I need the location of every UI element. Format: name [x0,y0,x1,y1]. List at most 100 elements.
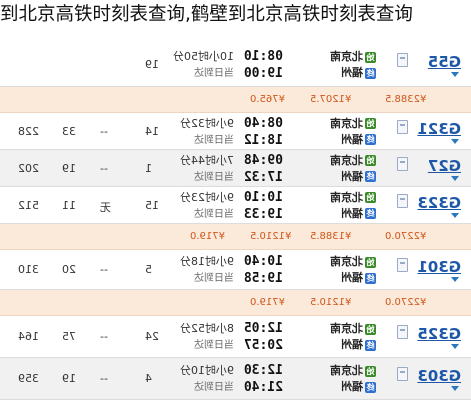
end-station-badge: 终 [365,272,376,284]
seat-count: 4 [145,372,152,385]
time-pair: 12:05 20:57 [244,320,283,354]
seat-count: -- [100,161,108,175]
seat-count: -- [100,330,108,343]
duration-value: 9小时10分 [180,364,234,377]
duration-note: 当日到达 [194,273,234,284]
chevron-down-icon[interactable] [451,386,459,391]
chevron-down-icon[interactable] [451,175,459,181]
train-number-link[interactable]: G27 [428,157,461,175]
start-station-badge: 始 [365,155,376,166]
duration: 8小时52分当日到达 [180,320,234,354]
from-station: 始北京南 [330,153,376,169]
table-row: G55 始北京南 终福州 08:10 19:00 10小时50分 当日到达 19 [0,43,471,87]
seat-count: 310 [18,263,39,276]
station-pair: 始北京南 终福州 [330,153,376,185]
from-station-name: 北京南 [330,364,363,377]
from-station: 始北京南 [330,254,376,270]
duration-value: 10小时50分 [173,50,234,63]
arrive-time: 19:33 [243,206,283,222]
duration-value: 7小时44分 [180,153,234,167]
time-pair: 10:10 19:33 [244,189,283,223]
seat-count: 19 [145,58,159,71]
seat-count: 24 [145,330,159,343]
duration: 9小时10分 当日到达 [180,362,234,396]
to-station-name: 福州 [341,66,363,79]
station-pair: 始北京南 终福州 [330,321,376,353]
table-row: G323 始北京南 终福州 10:10 19:33 9小时23分 当日到达 15 无 11 512 [0,187,471,224]
arrive-time: 20:57 [243,338,283,353]
station-pair: 始北京南 终福州 [330,190,376,222]
to-station: 终福州 [330,379,376,395]
from-station: 始北京南 [330,321,376,337]
arrive-time: 18:12 [243,132,283,148]
to-station: 终福州 [330,270,376,286]
chevron-down-icon[interactable] [451,344,459,349]
duration-value: 9小时23分 [180,190,234,204]
duration-note: 当日到达 [194,340,234,351]
duration-value: 8小时52分 [180,322,234,335]
from-station: 始北京南 [330,363,376,379]
duration: 10小时50分 当日到达 [173,48,234,82]
seat-count: 无 [100,200,111,214]
to-station-name: 福州 [341,132,363,146]
ticket-icon [397,325,408,339]
from-station: 始北京南 [330,116,376,132]
page-title: 到北京高铁时刻表查询,鹤壁到北京高铁时刻表查询 [0,4,413,25]
seat-count: 20 [62,263,76,276]
ticket-icon [397,119,408,134]
depart-time: 10:40 [243,254,283,269]
seat-price: ¥719.0 [250,297,285,308]
ticket-icon [397,53,408,67]
ticket-icon [397,156,408,171]
to-station: 终福州 [330,132,376,148]
depart-time: 09:48 [243,152,283,168]
seat-price: ¥1388.5 [310,231,352,242]
to-station: 终福州 [330,65,376,81]
start-station-badge: 始 [365,256,376,268]
station-pair: 始北京南 终福州 [330,363,376,395]
seat-count: 1 [145,161,152,175]
from-station-name: 北京南 [330,50,363,63]
seat-count: 14 [145,124,159,138]
seat-price: ¥1210.5 [310,297,352,308]
start-station-badge: 始 [365,51,376,63]
end-station-badge: 终 [365,67,376,79]
train-number-link[interactable]: G321 [417,120,461,138]
seat-count: 19 [62,372,76,385]
train-number-link[interactable]: G325 [417,325,461,343]
duration-note: 当日到达 [194,171,234,183]
from-station-name: 北京南 [330,153,363,167]
station-pair: 始北京南 终福州 [330,254,376,286]
duration-value: 9小时18分 [180,255,234,268]
time-pair: 12:30 21:40 [244,362,283,396]
end-station-badge: 终 [365,339,376,351]
duration: 9小时32分 当日到达 [180,115,234,149]
seat-count: 75 [62,330,76,343]
arrive-time: 19:58 [243,271,283,286]
train-number-link[interactable]: G55 [428,53,461,71]
to-station-name: 福州 [341,206,363,220]
duration: 7小时44分当日到达 [180,152,234,186]
from-station: 始北京南 [330,49,376,65]
duration: 9小时18分当日到达 [180,253,234,287]
train-number-link[interactable]: G303 [417,367,461,385]
seat-price: ¥765.0 [250,94,285,105]
chevron-down-icon[interactable] [451,138,459,144]
station-pair: 始北京南 终福州 [330,116,376,148]
seat-price: ¥2388.5 [385,94,427,105]
chevron-down-icon[interactable] [451,212,459,218]
time-pair: 08:40 18:12 [244,115,283,149]
seat-count: -- [100,263,108,276]
seat-price: ¥1210.5 [250,231,292,242]
to-station-name: 福州 [341,380,363,393]
seat-count: -- [100,124,108,138]
from-station-name: 北京南 [330,255,363,268]
seat-count: 33 [62,124,76,138]
train-number-link[interactable]: G323 [417,194,461,212]
chevron-down-icon[interactable] [451,277,459,282]
depart-time: 12:05 [243,321,283,336]
depart-time: 08:10 [243,49,283,64]
seat-count: 202 [18,161,39,175]
chevron-down-icon[interactable] [451,72,459,77]
train-number-link[interactable]: G301 [417,258,461,276]
